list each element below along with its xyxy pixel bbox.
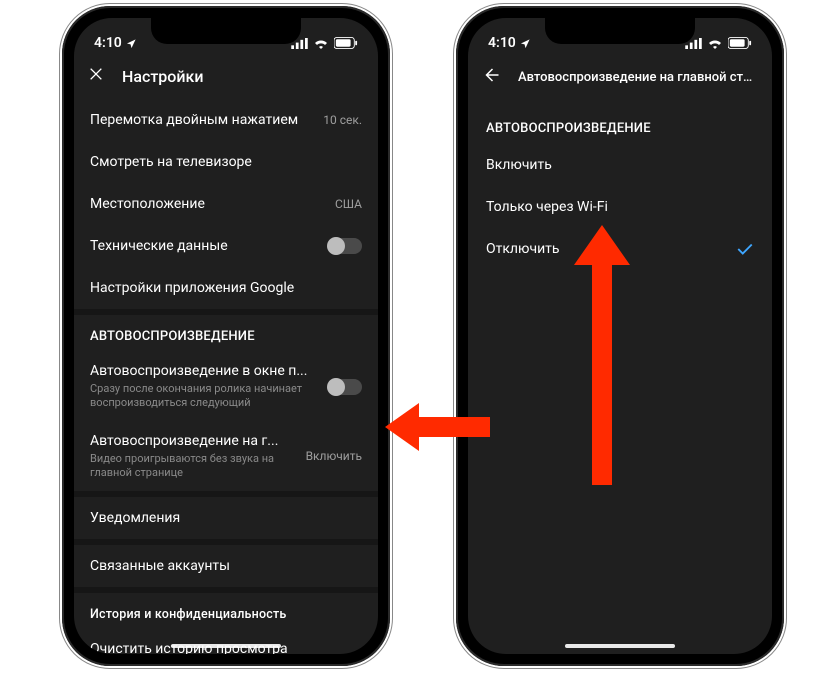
tech-data-toggle[interactable] (328, 238, 362, 254)
row-label: Местоположение (90, 196, 325, 212)
row-watch-on-tv[interactable]: Смотреть на телевизоре (74, 141, 378, 183)
option-disable[interactable]: Отключить (468, 228, 772, 270)
row-label: Перемотка двойным нажатием (90, 112, 313, 128)
section-header-autoplay: АВТОВОСПРОИЗВЕДЕНИЕ (74, 315, 378, 352)
location-arrow-icon (520, 38, 531, 49)
close-icon[interactable] (88, 66, 104, 87)
row-double-tap-seek[interactable]: Перемотка двойным нажатием 10 сек. (74, 99, 378, 141)
row-sub: Видео проигрываются без звука на главной… (90, 452, 296, 481)
row-notifications[interactable]: Уведомления (74, 497, 378, 539)
row-label: Автовоспроизведение в окне п... (90, 363, 318, 379)
row-tech-data[interactable]: Технические данные (74, 225, 378, 267)
option-label: Включить (486, 157, 552, 173)
phone-left: 4:10 Настройки Перемотка двойным нажатие… (62, 6, 390, 666)
location-arrow-icon (126, 38, 137, 49)
check-icon (736, 242, 754, 256)
phone-right: 4:10 Автовоспроизведение на главной стра… (456, 6, 784, 666)
option-wifi-only[interactable]: Только через Wi-Fi (468, 186, 772, 228)
back-arrow-icon[interactable] (482, 66, 500, 89)
app-bar: Настройки (74, 58, 378, 99)
row-linked-accounts[interactable]: Связанные аккаунты (74, 545, 378, 587)
row-label: Настройки приложения Google (90, 280, 362, 296)
row-label: Уведомления (90, 510, 362, 526)
row-value: США (335, 197, 362, 211)
status-time: 4:10 (94, 35, 122, 51)
row-location[interactable]: Местоположение США (74, 183, 378, 225)
home-indicator[interactable] (565, 644, 675, 648)
page-title: Автовоспроизведение на главной странице (518, 70, 758, 85)
row-label: Смотреть на телевизоре (90, 154, 362, 170)
screen-right: 4:10 Автовоспроизведение на главной стра… (468, 18, 772, 654)
row-autoplay-window[interactable]: Автовоспроизведение в окне п... Сразу по… (74, 352, 378, 422)
battery-icon (334, 37, 358, 49)
section-autoplay: АВТОВОСПРОИЗВЕДЕНИЕ Автовоспроизведение … (74, 309, 378, 491)
section-header-history: История и конфиденциальность (74, 593, 378, 630)
option-label: Отключить (486, 241, 560, 257)
notch (545, 18, 695, 44)
autoplay-window-toggle[interactable] (328, 379, 362, 395)
page-title: Настройки (122, 67, 203, 86)
row-sub: Сразу после окончания ролика начинает во… (90, 382, 318, 411)
section-notifications: Уведомления (74, 491, 378, 539)
row-label: Автовоспроизведение на г... (90, 433, 296, 449)
app-bar: Автовоспроизведение на главной странице (468, 58, 772, 101)
status-time: 4:10 (488, 35, 516, 51)
notch (151, 18, 301, 44)
wifi-icon (707, 37, 723, 49)
row-label: Связанные аккаунты (90, 558, 362, 574)
section-linked: Связанные аккаунты (74, 539, 378, 587)
row-label: Технические данные (90, 238, 318, 254)
row-clear-history[interactable]: Очистить историю просмотра Будут удалены… (74, 630, 378, 654)
row-value: Включить (306, 449, 362, 463)
row-autoplay-home[interactable]: Автовоспроизведение на г... Видео проигр… (74, 422, 378, 492)
section-header-autoplay: АВТОВОСПРОИЗВЕДЕНИЕ (468, 107, 772, 144)
screen-left: 4:10 Настройки Перемотка двойным нажатие… (74, 18, 378, 654)
option-enable[interactable]: Включить (468, 144, 772, 186)
row-value: 10 сек. (323, 113, 362, 127)
option-label: Только через Wi-Fi (486, 199, 608, 215)
battery-icon (728, 37, 752, 49)
home-indicator[interactable] (171, 644, 281, 648)
row-google-app-settings[interactable]: Настройки приложения Google (74, 267, 378, 309)
wifi-icon (313, 37, 329, 49)
